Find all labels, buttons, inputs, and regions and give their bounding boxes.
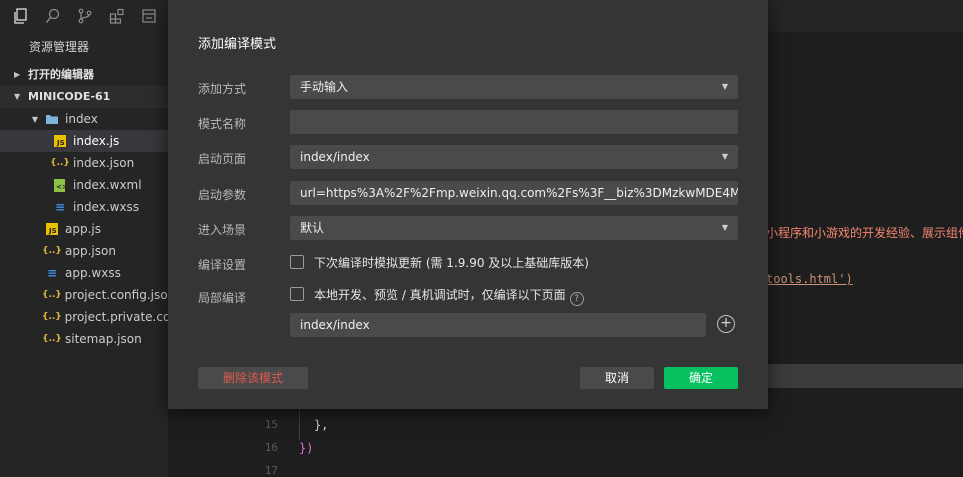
start-page-label: 启动页面	[198, 152, 247, 166]
confirm-button[interactable]: 确定	[664, 367, 738, 389]
svg-text:JS: JS	[48, 227, 57, 235]
caret-down-icon: ▼	[721, 223, 728, 232]
add-compile-mode-dialog: 添加编译模式 添加方式 手动输入 ▼ 模式名称 启动页面 index/index…	[168, 0, 768, 409]
tree-item-label: index.js	[73, 134, 120, 148]
line-number: 17	[264, 464, 278, 477]
wxss-file-icon: ≡	[54, 200, 66, 214]
source-control-icon[interactable]	[74, 5, 96, 27]
wxml-file-icon: <>	[50, 178, 70, 192]
add-method-label: 添加方式	[198, 82, 247, 96]
code-text: },	[314, 418, 329, 432]
tree-item-label: index	[65, 112, 98, 126]
mode-name-label: 模式名称	[198, 117, 247, 131]
project-section[interactable]: ▼ MINICODE-61	[0, 86, 168, 108]
start-params-label: 启动参数	[198, 188, 247, 202]
caret-down-icon: ▼	[721, 152, 728, 161]
tree-item-folder[interactable]: ▼ index	[0, 108, 168, 130]
tree-item-file[interactable]: JS index.js	[0, 130, 168, 152]
line-number: 16	[264, 441, 278, 454]
code-text: tools.html')	[766, 272, 853, 286]
add-method-value: 手动输入	[300, 80, 349, 94]
tree-item-file[interactable]: {..} app.json	[0, 240, 168, 262]
explorer-icon[interactable]	[10, 5, 32, 27]
json-file-icon: {..}	[42, 290, 62, 300]
tree-item-file[interactable]: {..} index.json	[0, 152, 168, 174]
code-text: })	[299, 441, 314, 455]
folder-open-icon	[42, 113, 62, 125]
explorer-title: 资源管理器	[29, 40, 90, 54]
editor-highlight-band	[768, 364, 963, 388]
cancel-button[interactable]: 取消	[580, 367, 654, 389]
tree-item-label: index.wxml	[73, 178, 142, 192]
json-file-icon: {..}	[50, 158, 70, 168]
sidebar: 资源管理器 ▶ 打开的编辑器 ▼ MINICODE-61 ▼ index JS …	[0, 0, 221, 477]
json-file-icon: {..}	[42, 334, 62, 344]
tree-item-label: sitemap.json	[65, 332, 142, 346]
open-editors-section[interactable]: ▶ 打开的编辑器	[0, 64, 168, 86]
help-icon[interactable]: ?	[569, 292, 584, 306]
delete-mode-button[interactable]: 删除该模式	[198, 367, 308, 389]
tree-item-file[interactable]: <> index.wxml	[0, 174, 168, 196]
add-page-icon[interactable]: +	[717, 315, 735, 333]
code-text: 小程序和小游戏的开发经验、展示组件	[766, 226, 963, 240]
scene-value: 默认	[300, 221, 325, 235]
chevron-down-icon: ▼	[31, 114, 39, 124]
tree-item-label: project.config.json	[64, 288, 176, 302]
tree-item-label: index.json	[73, 156, 135, 170]
search-icon[interactable]	[42, 5, 64, 27]
tree-item-file[interactable]: ≡ app.wxss	[0, 262, 168, 284]
js-file-icon: JS	[42, 223, 62, 235]
activity-toolbar	[0, 0, 168, 32]
tree-item-file[interactable]: {..} project.private.config.json	[0, 306, 221, 328]
partial-compile-text: 本地开发、预览 / 真机调试时，仅编译以下页面	[314, 288, 566, 302]
tree-item-label: index.wxss	[73, 200, 140, 214]
tree-item-file[interactable]: ≡ index.wxss	[0, 196, 168, 218]
partial-compile-label: 局部编译	[198, 291, 247, 305]
tree-item-file[interactable]: {..} sitemap.json	[0, 328, 168, 350]
start-page-select[interactable]: index/index ▼	[290, 145, 738, 169]
js-file-icon: JS	[50, 135, 70, 147]
tree-item-label: app.wxss	[65, 266, 121, 280]
start-params-input[interactable]: url=https%3A%2F%2Fmp.weixin.qq.com%2Fs%3…	[290, 181, 738, 205]
simulate-update-checkbox[interactable]	[290, 255, 304, 269]
scene-label: 进入场景	[198, 223, 247, 237]
chevron-right-icon: ▶	[14, 70, 21, 79]
chevron-down-icon: ▼	[14, 92, 21, 101]
json-file-icon: {..}	[42, 246, 62, 256]
extensions-icon[interactable]	[106, 5, 128, 27]
scene-select[interactable]: 默认 ▼	[290, 216, 738, 240]
project-label: MINICODE-61	[28, 90, 111, 103]
compile-settings-label: 编译设置	[198, 258, 247, 272]
start-page-value: index/index	[300, 150, 370, 164]
svg-text:<>: <>	[56, 183, 66, 191]
open-editors-label: 打开的编辑器	[28, 68, 94, 81]
wxss-file-icon: ≡	[46, 266, 58, 280]
partial-page-input[interactable]: index/index	[290, 313, 706, 337]
layout-icon[interactable]	[138, 5, 160, 27]
partial-compile-checkbox-label: 本地开发、预览 / 真机调试时，仅编译以下页面?	[314, 286, 584, 306]
mode-name-input[interactable]	[290, 110, 738, 134]
partial-compile-checkbox[interactable]	[290, 287, 304, 301]
code-link: tools.html')	[766, 272, 853, 286]
simulate-update-label: 下次编译时模拟更新 (需 1.9.90 及以上基础库版本)	[314, 256, 589, 270]
tree-item-label: app.js	[65, 222, 101, 236]
tree-item-file[interactable]: JS app.js	[0, 218, 168, 240]
tree-item-label: app.json	[65, 244, 116, 258]
tree-item-file[interactable]: {..} project.config.json	[0, 284, 175, 306]
add-method-select[interactable]: 手动输入 ▼	[290, 75, 738, 99]
caret-down-icon: ▼	[721, 82, 728, 91]
svg-text:JS: JS	[56, 139, 65, 147]
json-file-icon: {..}	[42, 312, 62, 322]
line-number: 15	[264, 418, 278, 431]
dialog-title: 添加编译模式	[198, 37, 277, 52]
